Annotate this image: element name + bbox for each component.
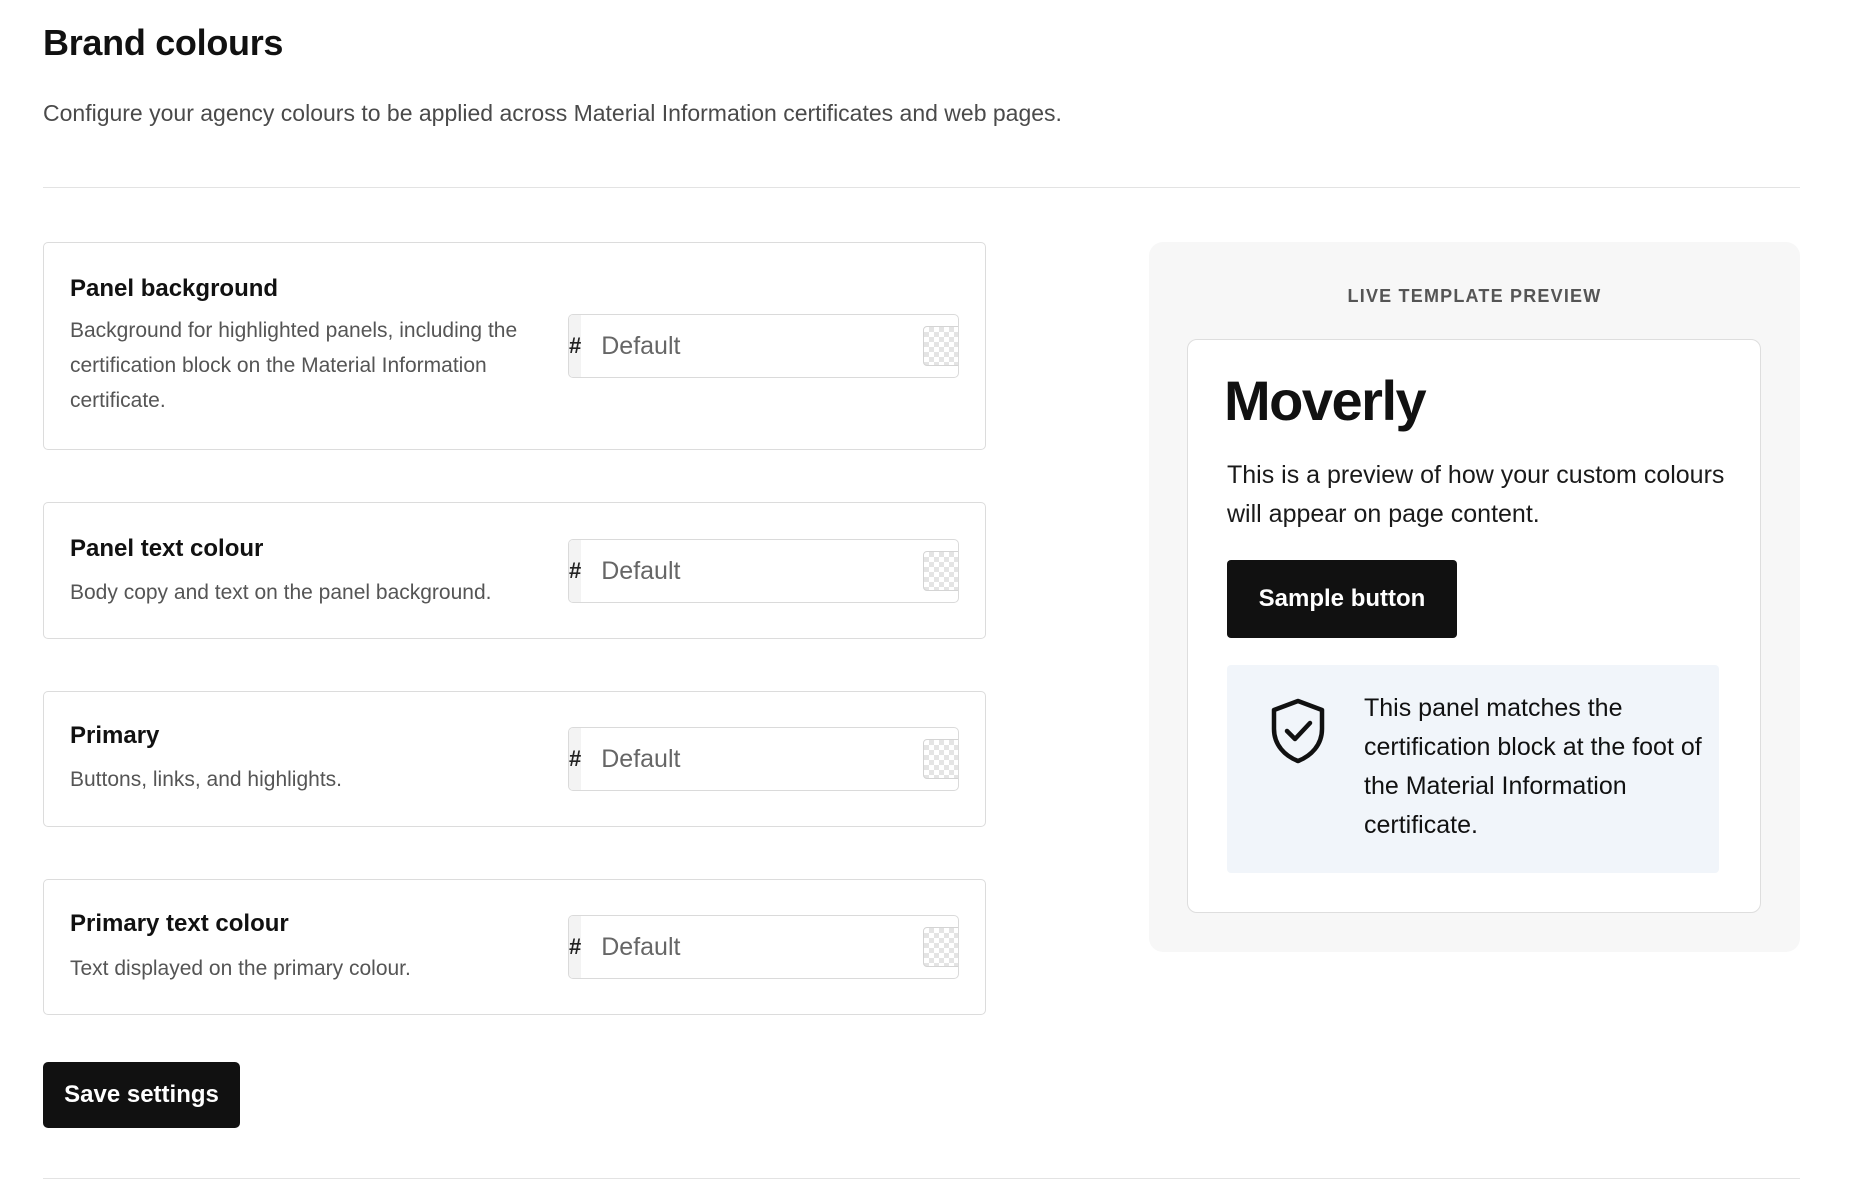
live-template-preview: LIVE TEMPLATE PREVIEW Moverly This is a …: [1149, 242, 1800, 952]
shield-check-icon: [1271, 698, 1325, 764]
certification-panel-text: This panel matches the certification blo…: [1364, 694, 1702, 839]
hash-prefix: #: [569, 916, 582, 978]
color-swatch[interactable]: [923, 739, 958, 779]
save-settings-button[interactable]: Save settings: [43, 1062, 240, 1128]
setting-description: Background for highlighted panels, inclu…: [70, 319, 518, 412]
hash-prefix: #: [569, 315, 582, 377]
setting-title: Panel text colour: [70, 535, 264, 562]
sample-button[interactable]: Sample button: [1227, 560, 1457, 638]
bottom-divider: [43, 1178, 1800, 1179]
page-description: Configure your agency colours to be appl…: [43, 100, 1062, 126]
setting-description: Text displayed on the primary colour.: [70, 957, 411, 980]
brand-logo: Moverly: [1224, 369, 1427, 432]
setting-card-primary: Primary Buttons, links, and highlights. …: [43, 691, 986, 827]
setting-title: Primary text colour: [70, 910, 289, 937]
panel-background-hex-field[interactable]: [581, 315, 924, 377]
certification-panel: This panel matches the certification blo…: [1227, 665, 1719, 873]
primary-color-input: #: [568, 727, 959, 791]
hash-prefix: #: [569, 540, 582, 602]
setting-description: Body copy and text on the panel backgrou…: [70, 581, 492, 604]
primary-text-colour-color-input: #: [568, 915, 959, 979]
page-title: Brand colours: [43, 22, 284, 63]
panel-text-colour-color-input: #: [568, 539, 959, 603]
primary-text-colour-hex-field[interactable]: [581, 916, 924, 978]
color-swatch[interactable]: [923, 551, 958, 591]
brand-colours-page: Brand colours Configure your agency colo…: [0, 0, 1852, 1198]
setting-description: Buttons, links, and highlights.: [70, 768, 342, 791]
preview-card: Moverly This is a preview of how your cu…: [1187, 339, 1761, 913]
preview-label: LIVE TEMPLATE PREVIEW: [1347, 286, 1602, 306]
setting-card-panel-background: Panel background Background for highligh…: [43, 242, 986, 450]
color-swatch[interactable]: [923, 326, 958, 366]
preview-text: This is a preview of how your custom col…: [1227, 461, 1725, 528]
setting-card-panel-text-colour: Panel text colour Body copy and text on …: [43, 502, 986, 639]
panel-background-color-input: #: [568, 314, 959, 378]
color-swatch[interactable]: [923, 927, 958, 967]
hash-prefix: #: [569, 728, 582, 790]
primary-hex-field[interactable]: [581, 728, 924, 790]
top-divider: [43, 187, 1800, 188]
panel-text-colour-hex-field[interactable]: [581, 540, 924, 602]
setting-title: Panel background: [70, 275, 279, 302]
setting-card-primary-text-colour: Primary text colour Text displayed on th…: [43, 879, 986, 1015]
setting-title: Primary: [70, 722, 160, 749]
